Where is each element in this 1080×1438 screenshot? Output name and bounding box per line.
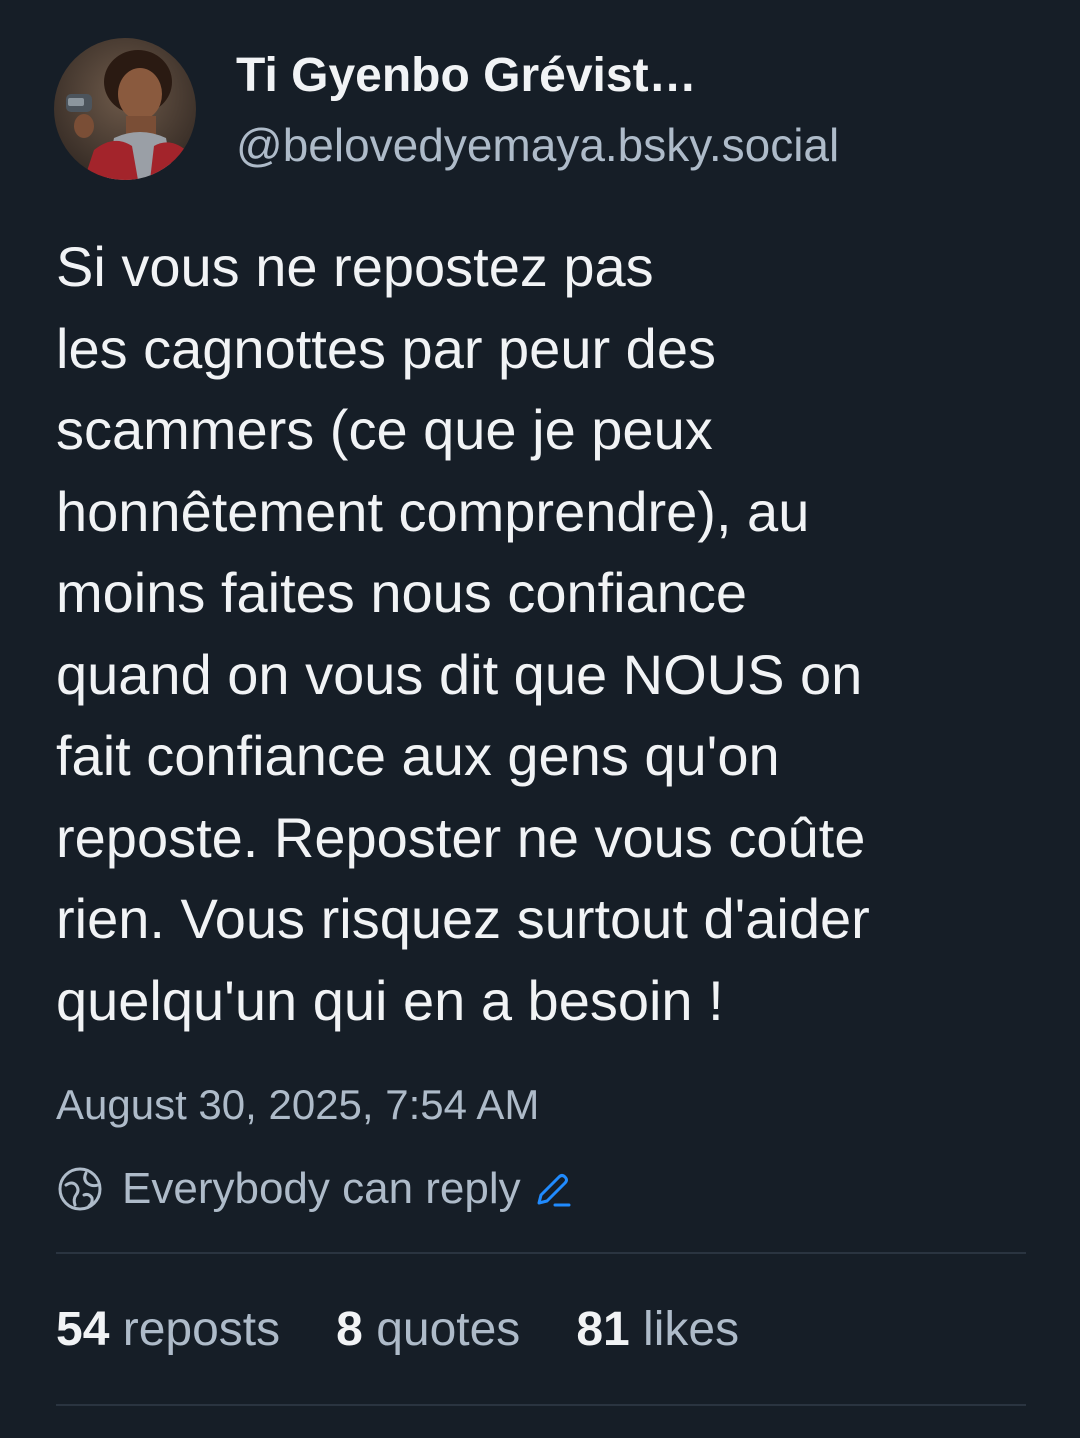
likes-stat[interactable]: 81 likes bbox=[576, 1300, 739, 1360]
post-timestamp: August 30, 2025, 7:54 AM bbox=[56, 1081, 540, 1128]
post-text: Si vous ne repostez pas les cagnottes pa… bbox=[56, 235, 870, 1032]
reply-settings-label: Everybody can reply bbox=[122, 1164, 521, 1213]
quotes-count: 8 bbox=[336, 1303, 363, 1356]
avatar[interactable] bbox=[54, 38, 196, 180]
likes-count: 81 bbox=[576, 1303, 630, 1356]
avatar-image bbox=[54, 38, 196, 180]
reply-settings-button[interactable]: Everybody can reply bbox=[56, 1162, 573, 1216]
post-thread-item: Ti Gyenbo Grévist… @belovedyemaya.bsky.s… bbox=[0, 0, 1080, 1438]
reposts-stat[interactable]: 54 reposts bbox=[56, 1300, 280, 1360]
reposts-count: 54 bbox=[56, 1303, 110, 1356]
post-stats: 54 reposts 8 quotes 81 likes bbox=[56, 1300, 795, 1360]
pencil-icon[interactable] bbox=[533, 1169, 573, 1209]
author-display-name[interactable]: Ti Gyenbo Grévist… bbox=[236, 48, 1036, 104]
author-info: Ti Gyenbo Grévist… @belovedyemaya.bsky.s… bbox=[236, 48, 1036, 172]
quotes-label: quotes bbox=[376, 1303, 521, 1356]
reposts-label: reposts bbox=[122, 1303, 281, 1356]
globe-icon bbox=[58, 1167, 102, 1211]
quotes-stat[interactable]: 8 quotes bbox=[336, 1300, 520, 1360]
divider bbox=[56, 1404, 1026, 1406]
author-handle[interactable]: @belovedyemaya.bsky.social bbox=[236, 118, 1036, 172]
divider bbox=[56, 1252, 1026, 1254]
likes-label: likes bbox=[643, 1303, 740, 1356]
